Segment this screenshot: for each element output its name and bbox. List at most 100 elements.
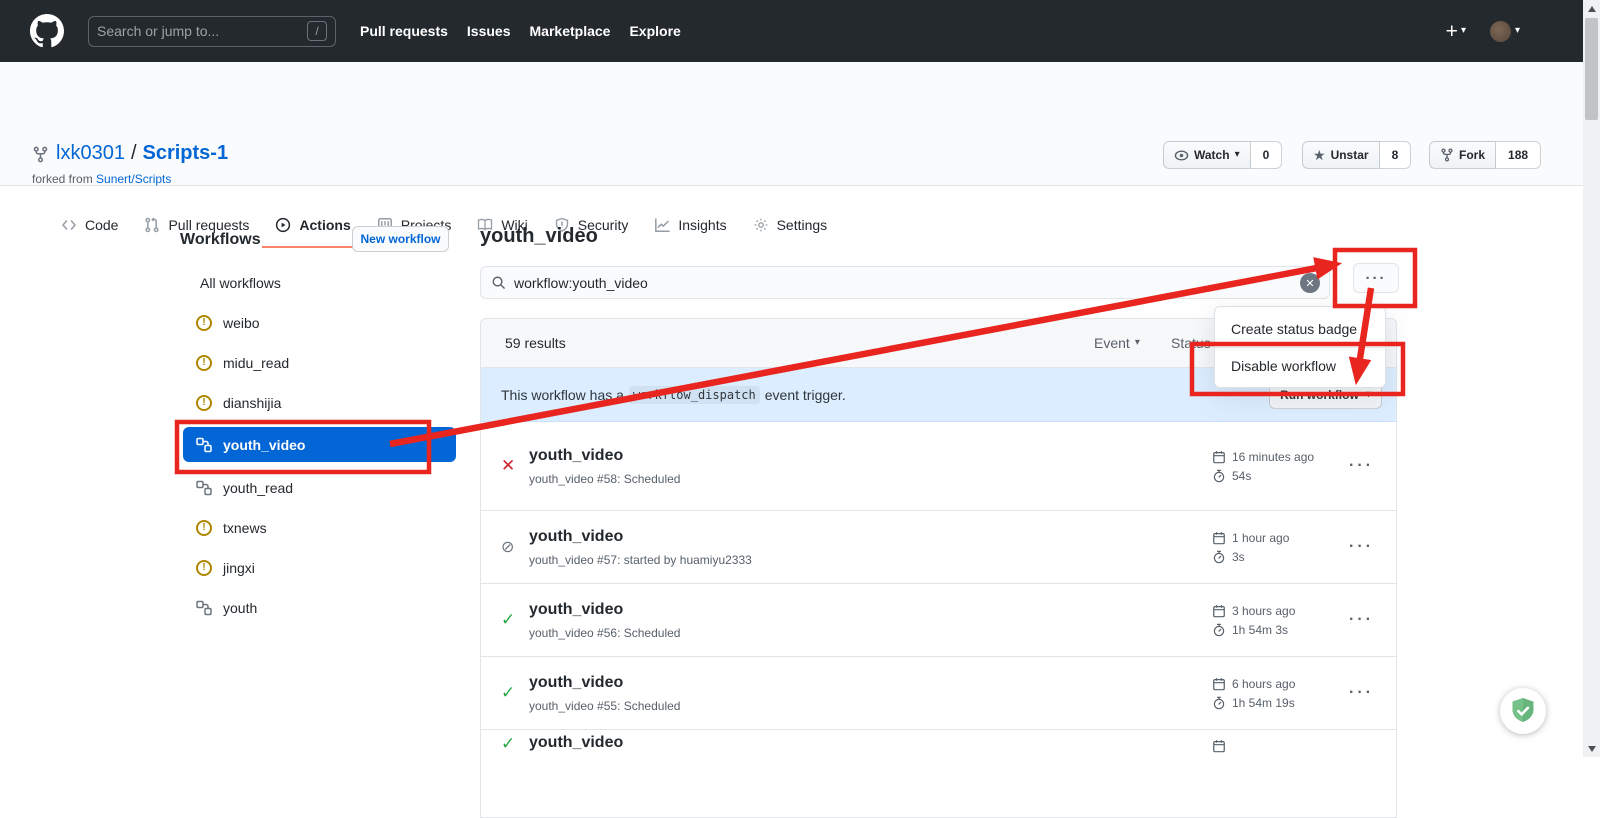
workflow-run-row: ✓ youth_video youth_video #55: Scheduled… bbox=[481, 656, 1396, 729]
run-options-button[interactable]: ··· bbox=[1349, 538, 1374, 556]
calendar-icon bbox=[1212, 739, 1226, 753]
workflow-options-button[interactable]: ··· bbox=[1353, 263, 1399, 293]
event-filter-dropdown[interactable]: Event ▾ bbox=[1094, 335, 1140, 351]
watch-count[interactable]: 0 bbox=[1251, 141, 1283, 169]
nav-issues[interactable]: Issues bbox=[467, 23, 511, 39]
tab-settings[interactable]: Settings bbox=[740, 203, 841, 248]
nav-pull-requests[interactable]: Pull requests bbox=[360, 23, 448, 39]
repo-name-link[interactable]: Scripts-1 bbox=[143, 142, 229, 164]
fork-count[interactable]: 188 bbox=[1496, 141, 1541, 169]
sidebar-item-youth-video[interactable]: ! youth_video bbox=[183, 427, 456, 462]
run-time: 1 hour ago bbox=[1232, 531, 1289, 545]
sidebar-title: Workflows bbox=[180, 231, 261, 249]
sidebar-item-all-workflows[interactable]: All workflows bbox=[200, 266, 452, 300]
star-count[interactable]: 8 bbox=[1380, 141, 1412, 169]
run-title-link[interactable]: youth_video bbox=[529, 601, 680, 619]
repo-header: lxk0301/Scripts-1 forked from Sunert/Scr… bbox=[0, 62, 1600, 186]
run-options-button[interactable]: ··· bbox=[1349, 611, 1374, 629]
stopwatch-icon bbox=[1212, 550, 1226, 564]
sidebar-item-txnews[interactable]: ! txnews bbox=[196, 511, 448, 545]
run-title-link[interactable]: youth_video bbox=[529, 674, 680, 692]
unstar-button-label: Unstar bbox=[1331, 148, 1369, 162]
sidebar-item-youth-read[interactable]: ! youth_read bbox=[196, 471, 448, 505]
calendar-icon bbox=[1212, 450, 1226, 464]
clear-search-button[interactable]: ✕ bbox=[1300, 273, 1320, 293]
watch-button-group: Watch ▾ 0 bbox=[1163, 141, 1282, 169]
star-button-group: ★ Unstar 8 bbox=[1302, 141, 1411, 169]
watch-button-label: Watch bbox=[1194, 148, 1230, 162]
search-icon bbox=[491, 275, 506, 290]
page-scrollbar[interactable] bbox=[1583, 0, 1600, 757]
fork-button[interactable]: Fork bbox=[1429, 141, 1496, 169]
header-nav: Pull requests Issues Marketplace Explore bbox=[360, 23, 681, 39]
workflow-run-row: ✕ youth_video youth_video #58: Scheduled… bbox=[481, 422, 1396, 510]
fork-source-link[interactable]: Sunert/Scripts bbox=[96, 172, 171, 186]
run-title-link[interactable]: youth_video bbox=[529, 447, 680, 465]
sidebar-item-label: All workflows bbox=[200, 275, 281, 291]
star-icon: ★ bbox=[1313, 148, 1326, 162]
unstar-button[interactable]: ★ Unstar bbox=[1302, 141, 1380, 169]
calendar-icon bbox=[1212, 604, 1226, 618]
workflow-options-menu: Create status badge Disable workflow bbox=[1214, 306, 1386, 388]
menu-item-create-status-badge[interactable]: Create status badge bbox=[1215, 311, 1385, 347]
repo-forked-icon bbox=[32, 146, 49, 163]
new-workflow-button[interactable]: New workflow bbox=[352, 226, 449, 252]
sidebar-item-label: txnews bbox=[223, 520, 267, 536]
breadcrumb: lxk0301 / Scripts-1 bbox=[56, 142, 228, 165]
fork-button-group: Fork 188 bbox=[1429, 141, 1541, 169]
workflow-icon bbox=[196, 480, 212, 496]
workflow-run-search: ✕ bbox=[480, 266, 1330, 299]
gear-icon bbox=[753, 217, 769, 233]
warning-icon: ! bbox=[196, 520, 212, 536]
tab-label: Code bbox=[85, 217, 118, 233]
global-search: / bbox=[88, 16, 336, 47]
scroll-up-arrow[interactable] bbox=[1583, 0, 1600, 17]
run-title-link[interactable]: youth_video bbox=[529, 528, 752, 546]
banner-text: This workflow has a workflow_dispatch ev… bbox=[501, 386, 846, 404]
run-options-button[interactable]: ··· bbox=[1349, 684, 1374, 702]
eye-icon bbox=[1174, 148, 1189, 163]
breadcrumb-separator: / bbox=[131, 142, 137, 164]
run-status-icon: ✕ bbox=[501, 456, 529, 476]
sidebar-item-midu-read[interactable]: ! midu_read bbox=[196, 346, 448, 380]
warning-icon: ! bbox=[196, 315, 212, 331]
nav-explore[interactable]: Explore bbox=[629, 23, 680, 39]
run-status-icon: ✓ bbox=[501, 734, 529, 754]
warning-icon: ! bbox=[196, 355, 212, 371]
run-time: 6 hours ago bbox=[1232, 677, 1295, 691]
sidebar-item-jingxi[interactable]: ! jingxi bbox=[196, 551, 448, 585]
github-logo-icon[interactable] bbox=[30, 14, 64, 48]
sidebar-item-label: youth_read bbox=[223, 480, 293, 496]
run-subtitle: youth_video #56: Scheduled bbox=[529, 626, 680, 640]
create-new-button[interactable]: + ▾ bbox=[1446, 21, 1466, 42]
scrollbar-thumb[interactable] bbox=[1585, 18, 1598, 120]
run-workflow-label: Run workflow bbox=[1280, 388, 1359, 402]
caret-down-icon: ▾ bbox=[1515, 26, 1520, 36]
global-search-input[interactable] bbox=[97, 23, 307, 39]
menu-item-disable-workflow[interactable]: Disable workflow bbox=[1215, 347, 1385, 383]
workflow-icon bbox=[196, 600, 212, 616]
watch-button[interactable]: Watch ▾ bbox=[1163, 141, 1251, 169]
tab-code[interactable]: Code bbox=[48, 203, 131, 248]
scroll-down-arrow[interactable] bbox=[1583, 740, 1600, 757]
adguard-badge[interactable] bbox=[1500, 688, 1546, 734]
status-filter-label: Status bbox=[1171, 335, 1211, 351]
user-menu-button[interactable]: ▾ bbox=[1490, 21, 1520, 42]
run-duration: 1h 54m 3s bbox=[1232, 623, 1288, 637]
run-duration: 1h 54m 19s bbox=[1232, 696, 1295, 710]
run-title-link[interactable]: youth_video bbox=[529, 734, 623, 752]
nav-marketplace[interactable]: Marketplace bbox=[530, 23, 611, 39]
sidebar-item-youth[interactable]: ! youth bbox=[196, 591, 448, 625]
workflow-run-row: ✓ youth_video bbox=[481, 729, 1396, 809]
fork-button-label: Fork bbox=[1459, 148, 1485, 162]
sidebar-item-dianshijia[interactable]: ! dianshijia bbox=[196, 386, 448, 420]
run-status-icon: ✓ bbox=[501, 610, 529, 630]
workflow-run-search-input[interactable] bbox=[514, 275, 1295, 291]
workflow-icon bbox=[196, 437, 212, 453]
repo-owner-link[interactable]: lxk0301 bbox=[56, 142, 125, 164]
page-title: youth_video bbox=[480, 225, 598, 248]
event-trigger-code: workflow_dispatch bbox=[629, 386, 760, 404]
sidebar-item-weibo[interactable]: ! weibo bbox=[196, 306, 448, 340]
run-options-button[interactable]: ··· bbox=[1349, 457, 1374, 475]
tab-insights[interactable]: Insights bbox=[641, 203, 739, 248]
